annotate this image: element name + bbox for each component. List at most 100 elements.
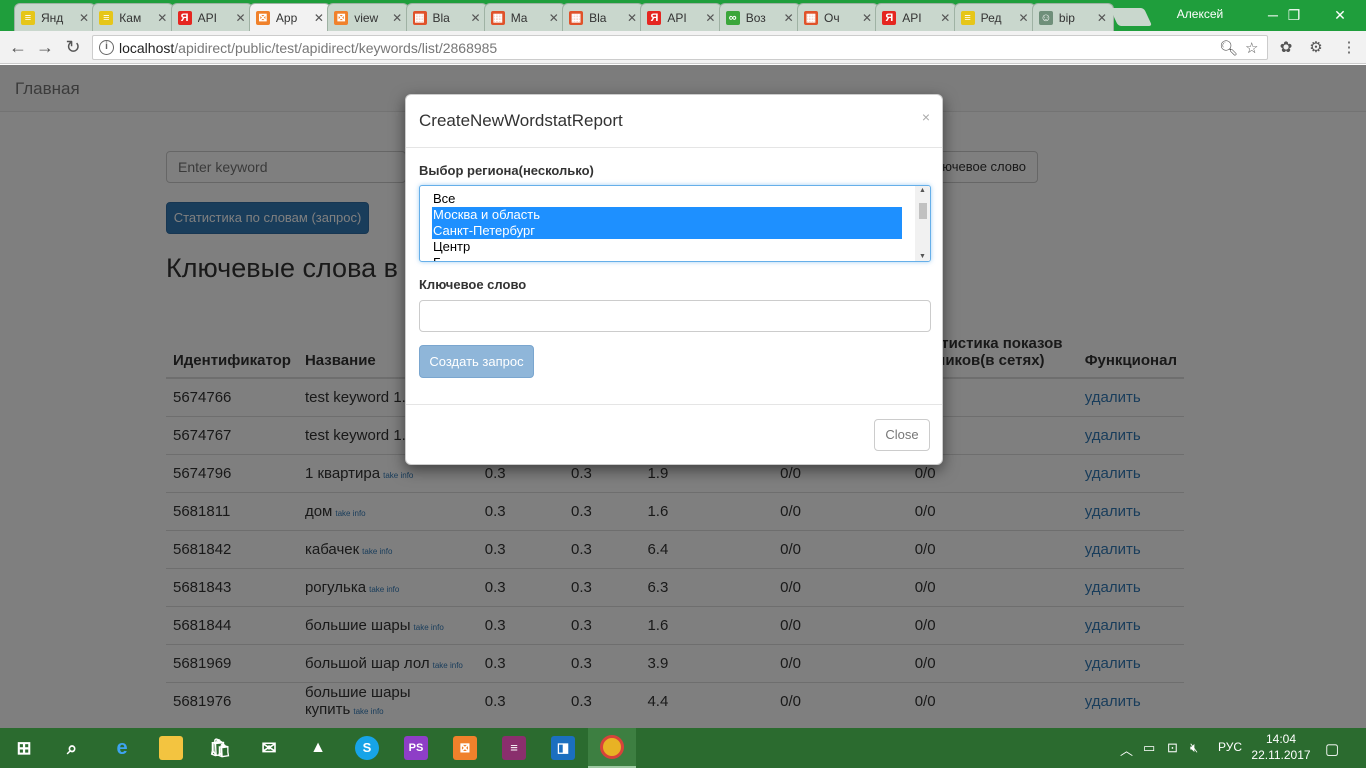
region-option[interactable]: Санкт-Петербург bbox=[432, 223, 902, 239]
tab-label: API bbox=[667, 10, 687, 25]
tab-favicon-icon: ⊠ bbox=[334, 10, 349, 25]
xampp-icon: ⊠ bbox=[453, 736, 477, 760]
taskbar-chrome[interactable] bbox=[588, 728, 636, 768]
close-icon[interactable]: × bbox=[922, 109, 930, 125]
volume-icon[interactable]: 🔇︎ bbox=[1190, 740, 1198, 756]
taskbar-skype[interactable]: S bbox=[343, 728, 391, 768]
tab-label: view bbox=[354, 10, 379, 25]
browser-tab[interactable]: Я API ✕ bbox=[875, 3, 958, 31]
tab-favicon-icon: ☺ bbox=[1038, 10, 1053, 25]
tab-close-icon[interactable]: ✕ bbox=[1097, 11, 1107, 25]
browser-tab[interactable]: ≡ Кам ✕ bbox=[92, 3, 175, 31]
clock[interactable]: 14:04 22.11.2017 bbox=[1248, 731, 1314, 763]
taskbar-mail[interactable]: ✉ bbox=[245, 728, 293, 768]
region-option[interactable]: Все bbox=[432, 191, 902, 207]
modal-footer: Close bbox=[406, 404, 942, 464]
tab-label: Bla bbox=[432, 10, 450, 25]
search-button[interactable]: ⌕ bbox=[48, 728, 96, 768]
tab-favicon-icon: ▦ bbox=[490, 10, 505, 25]
region-label: Выбор региона(несколько) bbox=[419, 163, 594, 178]
scroll-thumb[interactable] bbox=[919, 203, 927, 219]
tab-close-icon[interactable]: ✕ bbox=[470, 11, 480, 25]
close-button[interactable]: Close bbox=[874, 419, 930, 451]
tab-close-icon[interactable]: ✕ bbox=[236, 11, 246, 25]
tab-favicon-icon: ▦ bbox=[569, 10, 584, 25]
taskbar-edge[interactable]: e bbox=[98, 728, 146, 768]
start-button[interactable]: ⊞ bbox=[0, 728, 48, 768]
zoom-icon[interactable]: 🔍︎ bbox=[1219, 39, 1238, 57]
browser-tab[interactable]: Я API ✕ bbox=[170, 3, 253, 31]
tab-close-icon[interactable]: ✕ bbox=[392, 11, 402, 25]
profile-name[interactable]: Алексей bbox=[1150, 7, 1250, 21]
taskbar-photos[interactable]: ▲ bbox=[294, 728, 342, 768]
new-tab-button[interactable] bbox=[1109, 8, 1153, 26]
browser-tab[interactable]: ⊠ App ✕ bbox=[248, 3, 331, 32]
tray-chevron-icon[interactable]: ︿ bbox=[1120, 740, 1133, 759]
tab-close-icon[interactable]: ✕ bbox=[784, 11, 794, 25]
scroll-down-icon[interactable]: ▼ bbox=[915, 253, 930, 260]
tab-label: Ma bbox=[510, 10, 528, 25]
modal-title: CreateNewWordstatReport bbox=[419, 111, 623, 130]
browser-tab[interactable]: ▦ Оч ✕ bbox=[797, 3, 879, 31]
browser-tab[interactable]: ▦ Bla ✕ bbox=[405, 3, 488, 31]
tab-favicon-icon: ▦ bbox=[804, 10, 818, 25]
tab-close-icon[interactable]: ✕ bbox=[705, 11, 715, 25]
taskbar-app[interactable]: ◨ bbox=[539, 728, 587, 768]
browser-tab[interactable]: ▦ Ma ✕ bbox=[483, 3, 566, 31]
browser-tab[interactable]: ≡ Янд ✕ bbox=[14, 3, 96, 31]
close-window-icon[interactable]: ✕ bbox=[1320, 4, 1360, 26]
scroll-up-icon[interactable]: ▲ bbox=[915, 187, 930, 194]
menu-icon[interactable]: ⋮ bbox=[1339, 38, 1359, 58]
forward-icon[interactable]: → bbox=[33, 36, 57, 58]
folder-icon bbox=[159, 736, 183, 760]
browser-tab[interactable]: ∞ Воз ✕ bbox=[718, 3, 801, 31]
tab-close-icon[interactable]: ✕ bbox=[940, 11, 950, 25]
extension-icon[interactable]: ⚙ bbox=[1306, 38, 1326, 58]
notifications-icon[interactable]: ▢ bbox=[1325, 740, 1339, 758]
browser-tab[interactable]: ≡ Ред ✕ bbox=[953, 3, 1036, 31]
taskbar-explorer[interactable] bbox=[147, 728, 195, 768]
maximize-icon[interactable]: ❐ bbox=[1274, 4, 1314, 26]
region-option[interactable]: Б bbox=[432, 255, 902, 261]
back-icon[interactable]: ← bbox=[6, 36, 30, 58]
browser-tab[interactable]: ⊠ view ✕ bbox=[327, 3, 410, 31]
address-toolbar: ← → ↻ i localhost/apidirect/public/test/… bbox=[0, 31, 1366, 64]
taskbar-xampp[interactable]: ⊠ bbox=[441, 728, 489, 768]
battery-icon[interactable]: ▭ bbox=[1143, 740, 1155, 756]
tab-close-icon[interactable]: ✕ bbox=[627, 11, 637, 25]
language-indicator[interactable]: РУС bbox=[1218, 740, 1242, 754]
tab-close-icon[interactable]: ✕ bbox=[79, 11, 89, 25]
tab-label: Воз bbox=[745, 10, 766, 25]
modal-keyword-input[interactable] bbox=[419, 300, 931, 332]
taskbar-winrar[interactable]: ≡ bbox=[490, 728, 538, 768]
tab-close-icon[interactable]: ✕ bbox=[157, 11, 167, 25]
clock-time: 14:04 bbox=[1265, 732, 1297, 746]
edge-icon: e bbox=[116, 737, 128, 759]
url-text[interactable]: localhost/apidirect/public/test/apidirec… bbox=[119, 40, 497, 56]
region-option[interactable]: Москва и область bbox=[432, 207, 902, 223]
reload-icon[interactable]: ↻ bbox=[61, 36, 85, 58]
info-icon[interactable]: i bbox=[99, 40, 114, 55]
extension-icon[interactable]: ✿ bbox=[1276, 38, 1296, 58]
browser-tab[interactable]: ☺ bip ✕ bbox=[1031, 3, 1114, 31]
create-request-button[interactable]: Создать запрос bbox=[419, 345, 534, 378]
region-multiselect[interactable]: ВсеМосква и областьСанкт-ПетербургЦентрБ… bbox=[419, 185, 931, 262]
browser-tab[interactable]: ▦ Bla ✕ bbox=[562, 3, 645, 31]
taskbar-phpstorm[interactable]: PS bbox=[392, 728, 440, 768]
select-scrollbar[interactable]: ▲ ▼ bbox=[915, 186, 930, 261]
keyword-label: Ключевое слово bbox=[419, 277, 527, 292]
clock-date: 22.11.2017 bbox=[1251, 748, 1311, 762]
taskbar-store[interactable]: 🛍︎ bbox=[196, 728, 244, 768]
address-field[interactable]: i localhost/apidirect/public/test/apidir… bbox=[92, 35, 1268, 60]
tab-favicon-icon: ⊠ bbox=[255, 11, 270, 25]
tab-favicon-icon: ≡ bbox=[21, 10, 35, 25]
tab-close-icon[interactable]: ✕ bbox=[549, 11, 559, 25]
tab-label: Оч bbox=[824, 10, 840, 25]
browser-tab[interactable]: Я API ✕ bbox=[640, 3, 723, 31]
tab-close-icon[interactable]: ✕ bbox=[862, 11, 872, 25]
region-option[interactable]: Центр bbox=[432, 239, 902, 255]
tab-close-icon[interactable]: ✕ bbox=[314, 11, 324, 25]
tab-close-icon[interactable]: ✕ bbox=[1019, 11, 1029, 25]
bookmark-star-icon[interactable]: ☆ bbox=[1245, 39, 1258, 57]
network-icon[interactable]: ⊡ bbox=[1167, 740, 1178, 756]
